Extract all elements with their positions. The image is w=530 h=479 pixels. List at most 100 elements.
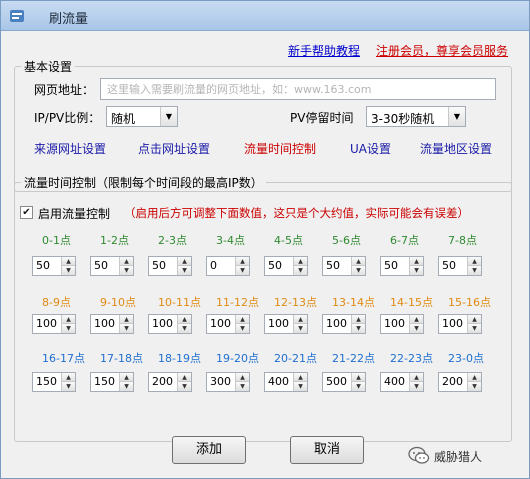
stepper-down-icon[interactable]: ▼ (294, 266, 307, 275)
stepper-up-icon[interactable]: ▲ (294, 373, 307, 382)
stepper-up-icon[interactable]: ▲ (294, 315, 307, 324)
time-slot-value[interactable]: 100 (384, 317, 405, 330)
stepper-up-icon[interactable]: ▲ (352, 315, 365, 324)
time-slot-value[interactable]: 200 (152, 375, 173, 388)
time-slot-value[interactable]: 100 (152, 317, 173, 330)
stepper-up-icon[interactable]: ▲ (62, 315, 75, 324)
time-slot-stepper[interactable]: 400 ▲ ▼ (264, 372, 308, 392)
stepper-down-icon[interactable]: ▼ (468, 266, 481, 275)
time-slot-stepper[interactable]: 100 ▲ ▼ (438, 314, 482, 334)
stepper-up-icon[interactable]: ▲ (352, 373, 365, 382)
stepper-up-icon[interactable]: ▲ (120, 373, 133, 382)
stepper-down-icon[interactable]: ▼ (178, 382, 191, 391)
time-slot-stepper[interactable]: 100 ▲ ▼ (264, 314, 308, 334)
stepper-up-icon[interactable]: ▲ (62, 373, 75, 382)
time-slot-value[interactable]: 50 (384, 259, 398, 272)
stepper-down-icon[interactable]: ▼ (410, 324, 423, 333)
time-slot-stepper[interactable]: 100 ▲ ▼ (380, 314, 424, 334)
tab-source-url[interactable]: 来源网址设置 (34, 140, 106, 157)
time-slot-stepper[interactable]: 100 ▲ ▼ (148, 314, 192, 334)
stepper-up-icon[interactable]: ▲ (410, 257, 423, 266)
stepper-down-icon[interactable]: ▼ (120, 266, 133, 275)
tab-traffic-time-control[interactable]: 流量时间控制 (244, 140, 316, 157)
time-slot-stepper[interactable]: 400 ▲ ▼ (380, 372, 424, 392)
time-slot-value[interactable]: 0 (210, 259, 217, 272)
stepper-up-icon[interactable]: ▲ (468, 373, 481, 382)
time-slot-stepper[interactable]: 50 ▲ ▼ (264, 256, 308, 276)
stepper-down-icon[interactable]: ▼ (178, 266, 191, 275)
pv-stay-time-select[interactable]: 3-30秒随机 ▼ (366, 106, 466, 127)
time-slot-stepper[interactable]: 100 ▲ ▼ (90, 314, 134, 334)
stepper-up-icon[interactable]: ▲ (410, 315, 423, 324)
stepper-up-icon[interactable]: ▲ (468, 315, 481, 324)
stepper-down-icon[interactable]: ▼ (352, 382, 365, 391)
url-input[interactable] (100, 78, 496, 100)
stepper-down-icon[interactable]: ▼ (120, 382, 133, 391)
time-slot-stepper[interactable]: 100 ▲ ▼ (206, 314, 250, 334)
time-slot-value[interactable]: 100 (94, 317, 115, 330)
help-tutorial-link[interactable]: 新手帮助教程 (288, 42, 360, 59)
tab-click-url[interactable]: 点击网址设置 (138, 140, 210, 157)
time-slot-value[interactable]: 50 (36, 259, 50, 272)
stepper-down-icon[interactable]: ▼ (410, 382, 423, 391)
time-slot-value[interactable]: 400 (384, 375, 405, 388)
stepper-down-icon[interactable]: ▼ (410, 266, 423, 275)
stepper-down-icon[interactable]: ▼ (236, 266, 249, 275)
time-slot-value[interactable]: 50 (94, 259, 108, 272)
time-slot-value[interactable]: 300 (210, 375, 231, 388)
time-slot-value[interactable]: 100 (326, 317, 347, 330)
stepper-down-icon[interactable]: ▼ (294, 382, 307, 391)
time-slot-stepper[interactable]: 50 ▲ ▼ (322, 256, 366, 276)
time-slot-stepper[interactable]: 100 ▲ ▼ (322, 314, 366, 334)
stepper-up-icon[interactable]: ▲ (352, 257, 365, 266)
stepper-down-icon[interactable]: ▼ (468, 324, 481, 333)
time-slot-value[interactable]: 50 (326, 259, 340, 272)
stepper-up-icon[interactable]: ▲ (236, 315, 249, 324)
time-slot-value[interactable]: 100 (268, 317, 289, 330)
tab-traffic-region[interactable]: 流量地区设置 (420, 140, 492, 157)
time-slot-stepper[interactable]: 150 ▲ ▼ (32, 372, 76, 392)
time-slot-stepper[interactable]: 50 ▲ ▼ (438, 256, 482, 276)
stepper-up-icon[interactable]: ▲ (294, 257, 307, 266)
time-slot-stepper[interactable]: 150 ▲ ▼ (90, 372, 134, 392)
title-bar[interactable]: 刷流量 (1, 1, 529, 31)
stepper-down-icon[interactable]: ▼ (62, 382, 75, 391)
ip-pv-ratio-select[interactable]: 随机 ▼ (106, 106, 178, 127)
register-member-link[interactable]: 注册会员，尊享会员服务 (376, 42, 508, 59)
time-slot-stepper[interactable]: 100 ▲ ▼ (32, 314, 76, 334)
time-slot-value[interactable]: 150 (36, 375, 57, 388)
stepper-down-icon[interactable]: ▼ (294, 324, 307, 333)
time-slot-value[interactable]: 50 (442, 259, 456, 272)
time-slot-value[interactable]: 100 (36, 317, 57, 330)
time-slot-stepper[interactable]: 300 ▲ ▼ (206, 372, 250, 392)
stepper-down-icon[interactable]: ▼ (352, 266, 365, 275)
stepper-up-icon[interactable]: ▲ (178, 257, 191, 266)
time-slot-value[interactable]: 50 (268, 259, 282, 272)
stepper-down-icon[interactable]: ▼ (120, 324, 133, 333)
stepper-up-icon[interactable]: ▲ (236, 373, 249, 382)
stepper-down-icon[interactable]: ▼ (236, 382, 249, 391)
stepper-down-icon[interactable]: ▼ (62, 324, 75, 333)
stepper-up-icon[interactable]: ▲ (120, 315, 133, 324)
stepper-down-icon[interactable]: ▼ (236, 324, 249, 333)
stepper-up-icon[interactable]: ▲ (410, 373, 423, 382)
time-slot-value[interactable]: 100 (210, 317, 231, 330)
stepper-down-icon[interactable]: ▼ (62, 266, 75, 275)
stepper-down-icon[interactable]: ▼ (468, 382, 481, 391)
time-slot-stepper[interactable]: 200 ▲ ▼ (148, 372, 192, 392)
stepper-up-icon[interactable]: ▲ (468, 257, 481, 266)
cancel-button[interactable]: 取消 (290, 436, 364, 464)
tab-ua-settings[interactable]: UA设置 (350, 140, 391, 157)
stepper-up-icon[interactable]: ▲ (178, 315, 191, 324)
time-slot-value[interactable]: 500 (326, 375, 347, 388)
stepper-up-icon[interactable]: ▲ (62, 257, 75, 266)
stepper-down-icon[interactable]: ▼ (352, 324, 365, 333)
time-slot-stepper[interactable]: 0 ▲ ▼ (206, 256, 250, 276)
time-slot-stepper[interactable]: 50 ▲ ▼ (90, 256, 134, 276)
time-slot-stepper[interactable]: 50 ▲ ▼ (148, 256, 192, 276)
time-slot-value[interactable]: 100 (442, 317, 463, 330)
stepper-up-icon[interactable]: ▲ (178, 373, 191, 382)
time-slot-value[interactable]: 400 (268, 375, 289, 388)
time-slot-stepper[interactable]: 500 ▲ ▼ (322, 372, 366, 392)
stepper-down-icon[interactable]: ▼ (178, 324, 191, 333)
